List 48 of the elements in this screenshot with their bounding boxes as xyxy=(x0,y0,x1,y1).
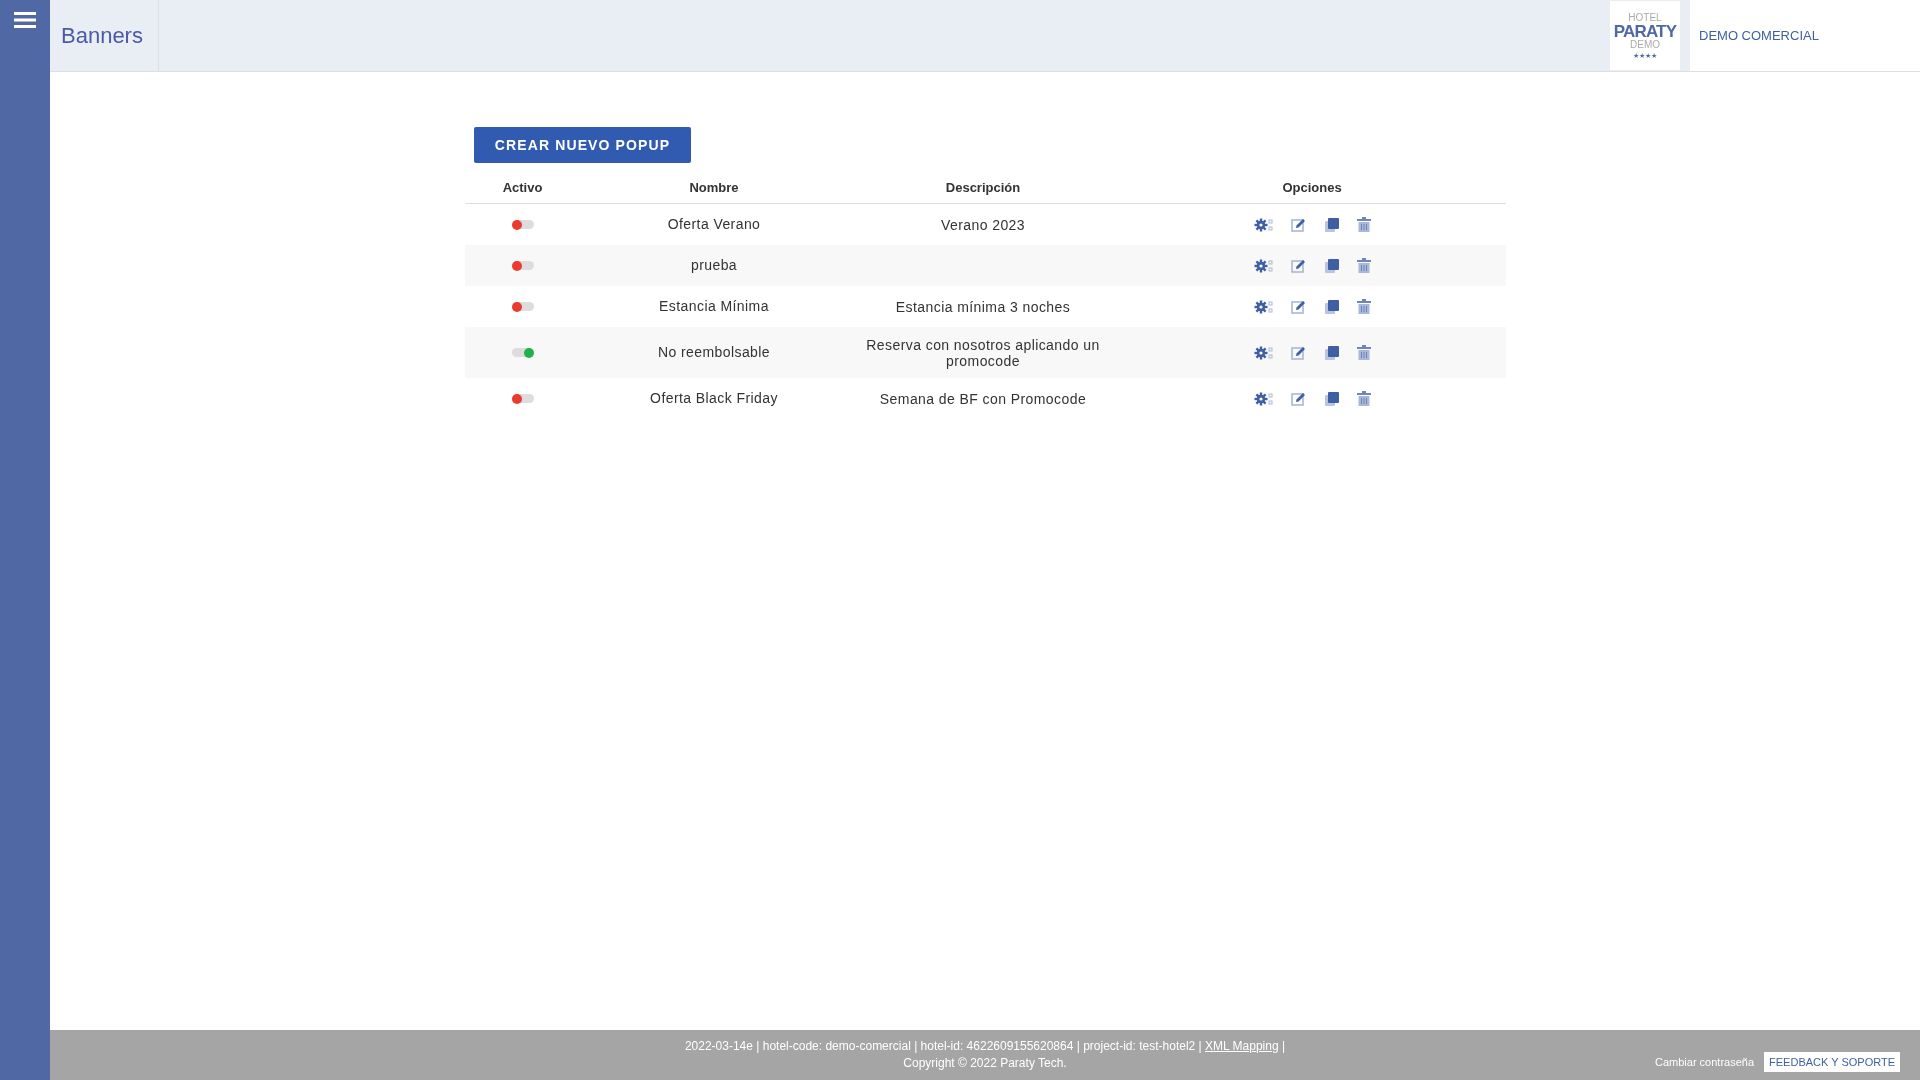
settings-icon[interactable] xyxy=(1253,216,1274,233)
logo-text: HOTEL xyxy=(1628,12,1662,23)
active-toggle[interactable] xyxy=(511,394,534,403)
copy-icon[interactable] xyxy=(1323,257,1340,274)
table-cell: prueba xyxy=(690,257,738,273)
create-popup-button[interactable]: CREAR NUEVO POPUP xyxy=(474,127,691,163)
active-toggle[interactable] xyxy=(511,220,534,229)
column-header: Nombre xyxy=(689,179,739,195)
edit-icon[interactable] xyxy=(1290,257,1307,274)
copy-icon[interactable] xyxy=(1323,344,1340,361)
edit-icon[interactable] xyxy=(1290,298,1307,315)
settings-icon[interactable] xyxy=(1253,298,1274,315)
trash-icon[interactable] xyxy=(1356,344,1371,361)
trash-icon[interactable] xyxy=(1356,298,1371,315)
logo-text: PARATY xyxy=(1613,22,1677,40)
trash-icon[interactable] xyxy=(1356,216,1371,233)
copy-icon[interactable] xyxy=(1323,390,1340,407)
table-cell: Estancia mínima 3 noches xyxy=(895,298,1071,315)
column-header: Activo xyxy=(502,179,543,195)
copyright-text: Copyright © 2022 Paraty Tech. xyxy=(903,1055,1067,1072)
logo-text: DEMO xyxy=(1630,39,1660,50)
column-header: Descripción xyxy=(945,179,1021,195)
edit-icon[interactable] xyxy=(1290,344,1307,361)
table-cell: Oferta Verano xyxy=(667,216,761,232)
active-toggle[interactable] xyxy=(511,261,534,270)
table-cell: No reembolsable xyxy=(657,344,771,360)
active-toggle[interactable] xyxy=(511,348,534,357)
copy-icon[interactable] xyxy=(1323,216,1340,233)
column-header: Opciones xyxy=(1282,179,1342,195)
footer-info: 2022-03-14e | hotel-code: demo-comercial | hotel-id: 4622609155620864 | project-id: test-hotel2 | XML Mapping | xyxy=(684,1038,1286,1055)
copy-icon[interactable] xyxy=(1323,298,1340,315)
trash-icon[interactable] xyxy=(1356,257,1371,274)
settings-icon[interactable] xyxy=(1253,257,1274,274)
trash-icon[interactable] xyxy=(1356,390,1371,407)
edit-icon[interactable] xyxy=(1290,390,1307,407)
table-cell-text: Reserva con nosotros aplicando un promocode xyxy=(865,336,1101,369)
table-cell: Semana de BF con Promocode xyxy=(879,390,1087,407)
menu-icon[interactable] xyxy=(14,12,36,28)
account-name[interactable]: DEMO COMERCIAL xyxy=(1699,25,1819,46)
edit-icon[interactable] xyxy=(1290,216,1307,233)
table-cell: Oferta Black Friday xyxy=(650,390,778,406)
table-cell: Verano 2023 xyxy=(941,216,1025,233)
settings-icon[interactable] xyxy=(1253,390,1274,407)
feedback-button[interactable]: FEEDBACK Y SOPORTE xyxy=(1764,1052,1900,1072)
active-toggle[interactable] xyxy=(511,302,534,311)
settings-icon[interactable] xyxy=(1253,344,1274,361)
page-title: Banners xyxy=(61,22,143,50)
table-cell: Estancia Mínima xyxy=(659,298,769,314)
